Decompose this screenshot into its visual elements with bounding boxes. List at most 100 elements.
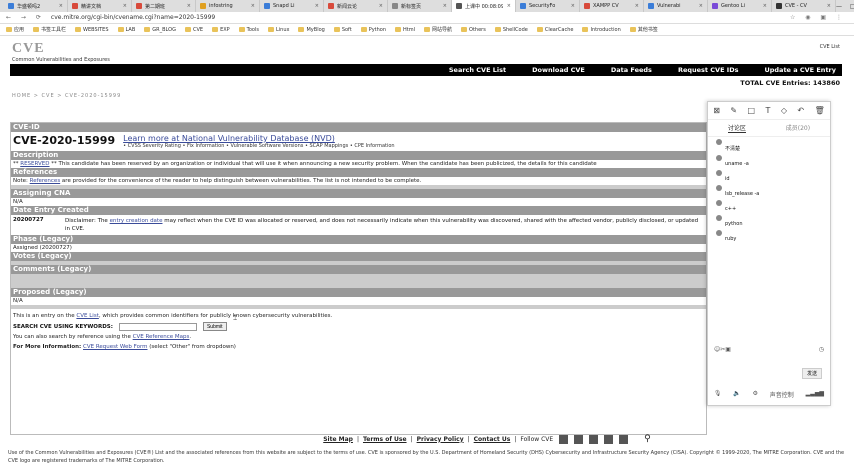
pen-icon[interactable]: ✎ (730, 106, 737, 115)
send-button[interactable]: 发送 (801, 368, 822, 379)
bookmark-item[interactable]: Introduction (582, 26, 621, 33)
bookmark-item[interactable]: ClearCache (536, 26, 573, 33)
youtube-icon[interactable] (604, 434, 614, 444)
reserved-link[interactable]: RESERVED (20, 161, 49, 167)
footer-link[interactable]: Contact Us (474, 436, 511, 443)
footer-link[interactable]: Site Map (323, 436, 353, 443)
footer-legal: Use of the Common Vulnerabilities and Ex… (8, 450, 845, 464)
browser-tab[interactable]: 上课中 00:08:09 × (452, 0, 516, 12)
tab-close-icon[interactable]: × (635, 3, 639, 9)
bookmark-item[interactable]: 其他书签 (629, 26, 658, 33)
clock-icon[interactable]: ◷ (819, 346, 824, 353)
browser-tab[interactable]: SecurityFo × (516, 0, 580, 12)
tab-close-icon[interactable]: × (827, 3, 831, 9)
tab-discussion[interactable]: 讨论区 (727, 123, 746, 133)
bookmark-item[interactable]: Linux (268, 26, 289, 33)
submit-button[interactable]: Submit (202, 322, 227, 331)
erase-icon[interactable]: ◇ (781, 106, 787, 115)
browser-tab[interactable]: infostring × (196, 0, 260, 12)
select-icon[interactable]: ⊠ (713, 106, 720, 115)
tab-close-icon[interactable]: × (571, 3, 575, 9)
tab-close-icon[interactable]: × (699, 3, 703, 9)
browser-tab[interactable]: CVE - CV × (772, 0, 836, 12)
tab-members[interactable]: 成员(20) (786, 123, 810, 133)
tab-close-icon[interactable]: × (443, 3, 447, 9)
browser-tab[interactable]: Snapd Li × (260, 0, 324, 12)
browser-tab[interactable]: XAMPP CV × (580, 0, 644, 12)
browser-tab[interactable]: 华盛顿吗2 × (4, 0, 68, 12)
entry-note-prefix: This is an entry on the (13, 313, 77, 319)
bookmark-item[interactable]: ShellCode (494, 26, 528, 33)
browser-tab[interactable]: 新标签页 × (388, 0, 452, 12)
twitter-icon[interactable] (559, 434, 569, 444)
text-icon[interactable]: T (766, 106, 771, 115)
minimize-icon[interactable]: — (836, 3, 842, 10)
search-icon[interactable]: ⚲ (644, 434, 651, 444)
nav-link[interactable]: Search CVE List (449, 66, 506, 74)
references-link[interactable]: References (30, 178, 61, 184)
delete-icon[interactable]: 🗑 (815, 106, 825, 115)
nav-link[interactable]: Download CVE (532, 66, 585, 74)
speaker-icon[interactable]: 🔈 (733, 390, 740, 399)
browser-tab[interactable]: Vulnerabi × (644, 0, 708, 12)
browser-tab[interactable]: 第二期班 × (132, 0, 196, 12)
nvd-features: • CVSS Severity Rating • Fix Information… (123, 143, 395, 149)
tab-close-icon[interactable]: × (187, 3, 191, 9)
bookmark-item[interactable]: Others (461, 26, 486, 33)
tab-close-icon[interactable]: × (123, 3, 127, 9)
github-icon[interactable] (589, 434, 599, 444)
nvd-link[interactable]: Learn more at National Vulnerability Dat… (123, 134, 394, 143)
footer-link[interactable]: Terms of Use (363, 436, 407, 443)
request-web-form-link[interactable]: CVE Request Web Form (83, 344, 148, 350)
more-info-row: For More Information: CVE Request Web Fo… (11, 341, 706, 351)
bookmark-item[interactable]: MyBlog (298, 26, 325, 33)
settings-icon[interactable]: ⚙ (753, 390, 758, 399)
bookmark-item[interactable]: Soft (333, 26, 352, 33)
entry-creation-date-link[interactable]: entry creation date (110, 218, 163, 224)
bookmark-item[interactable]: GR_BLOG (144, 26, 176, 33)
folder-icon (395, 26, 402, 32)
volume-label: 声音控制 (769, 392, 794, 399)
tab-close-icon[interactable]: × (507, 3, 511, 9)
cve-list-note-link[interactable]: CVE List (76, 313, 98, 319)
extension-icons[interactable]: ☆ ◉ ▣ ⋮ (790, 14, 854, 21)
linkedin-icon[interactable] (574, 434, 584, 444)
nav-buttons[interactable]: ← → ⟳ (6, 14, 45, 21)
bookmark-item[interactable]: 网站导航 (424, 26, 452, 33)
footer-link[interactable]: Privacy Policy (417, 436, 464, 443)
bookmark-item[interactable]: EXP (212, 26, 230, 33)
nav-link[interactable]: Request CVE IDs (678, 66, 739, 74)
total-cve-entries: TOTAL CVE Entries: 143860 (740, 79, 840, 87)
bookmark-item[interactable]: Python (360, 26, 386, 33)
message-text: c++ (725, 206, 737, 212)
bookmark-item[interactable]: Tools (238, 26, 259, 33)
browser-tab[interactable]: 新闻云论 × (324, 0, 388, 12)
tab-close-icon[interactable]: × (315, 3, 319, 9)
bookmark-item[interactable]: WEBSITES (75, 26, 109, 33)
search-input[interactable] (118, 322, 197, 331)
undo-icon[interactable]: ↶ (797, 106, 804, 115)
bookmark-item[interactable]: 应用 (6, 26, 24, 33)
url-field[interactable]: cve.mitre.org/cgi-bin/cvename.cgi?name=2… (51, 14, 790, 21)
logo-tagline: Common Vulnerabilities and Exposures (12, 57, 110, 63)
shape-icon[interactable]: □ (748, 106, 756, 115)
bookmark-item[interactable]: Html (395, 26, 415, 33)
cve-list-link[interactable]: CVE List (820, 44, 840, 50)
tab-close-icon[interactable]: × (379, 3, 383, 9)
mic-icon[interactable]: 🎙 (714, 390, 722, 399)
tab-close-icon[interactable]: × (59, 3, 63, 9)
cve-logo[interactable]: CVE Common Vulnerabilities and Exposures (12, 41, 110, 63)
browser-tab[interactable]: Gentoo Li × (708, 0, 772, 12)
bookmark-item[interactable]: CVE (184, 26, 203, 33)
chat-message: ruby (708, 228, 830, 243)
reference-maps-link[interactable]: CVE Reference Maps (133, 334, 190, 340)
tab-close-icon[interactable]: × (251, 3, 255, 9)
maximize-icon[interactable]: □ (850, 3, 854, 10)
bookmark-item[interactable]: 书签工具栏 (33, 26, 66, 33)
medium-icon[interactable] (619, 434, 629, 444)
nav-link[interactable]: Data Feeds (611, 66, 652, 74)
tab-close-icon[interactable]: × (763, 3, 767, 9)
nav-link[interactable]: Update a CVE Entry (764, 66, 836, 74)
bookmark-item[interactable]: LAB (117, 26, 135, 33)
browser-tab[interactable]: 精讲文档 × (68, 0, 132, 12)
